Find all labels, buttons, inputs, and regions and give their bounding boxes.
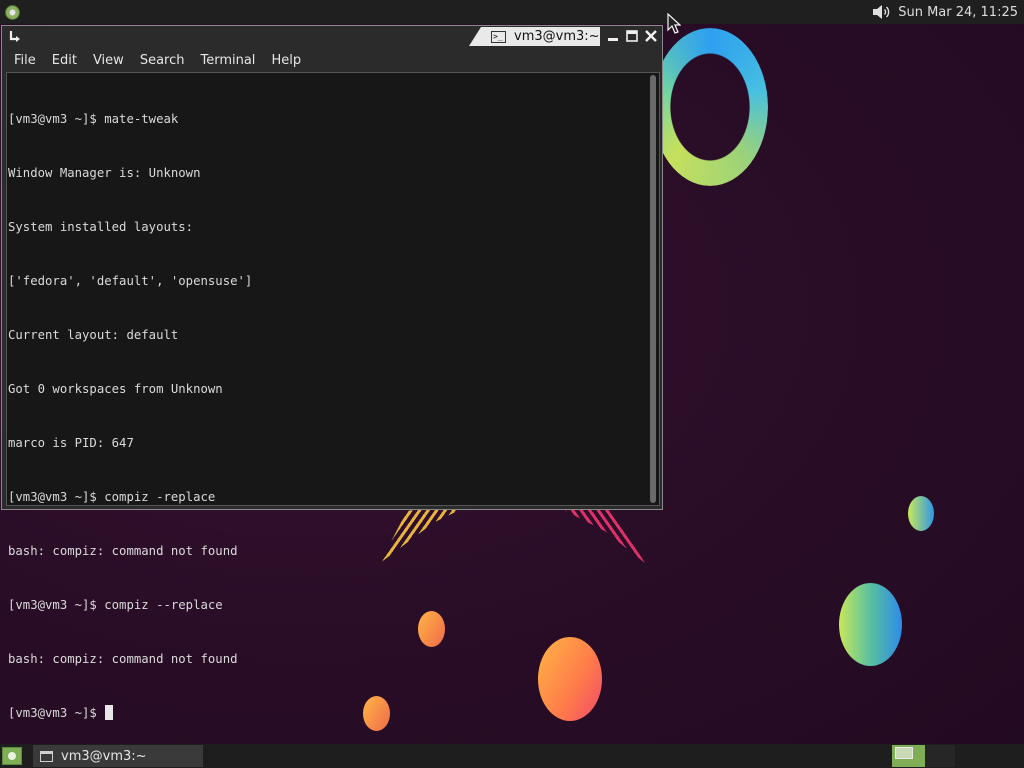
terminal-cursor (104, 705, 113, 720)
menu-view[interactable]: View (85, 50, 132, 72)
bottom-panel: vm3@vm3:~ (0, 744, 1024, 768)
terminal-prompt-line: [vm3@vm3 ~]$ (8, 704, 252, 722)
close-button[interactable] (643, 28, 659, 44)
menu-file[interactable]: File (6, 50, 44, 72)
mouse-pointer-icon (667, 13, 681, 34)
wallpaper-bubble (418, 611, 445, 647)
top-panel: Sun Mar 24, 11:25 (0, 0, 1024, 24)
window-titlebar[interactable]: >_ vm3@vm3:~ (2, 26, 662, 48)
terminal-line: marco is PID: 647 (8, 436, 134, 450)
window-icon (40, 750, 53, 762)
terminal-line: Current layout: default (8, 328, 179, 342)
window-menu-arrow-icon[interactable] (8, 30, 22, 44)
wallpaper-bubble (908, 496, 934, 531)
tray: Sun Mar 24, 11:25 (872, 0, 1018, 24)
wallpaper-stripes-gold (380, 505, 470, 563)
terminal-window: >_ vm3@vm3:~ File Edit View Search Termi… (1, 25, 663, 720)
terminal-line: ['fedora', 'default', 'opensuse'] (8, 274, 253, 288)
workspace-window-thumb (895, 747, 913, 759)
wallpaper-bubble (839, 583, 902, 666)
terminal-scrollbar[interactable] (649, 75, 657, 503)
terminal-line: [vm3@vm3 ~]$ compiz -replace (8, 490, 216, 504)
terminal-line: [vm3@vm3 ~]$ compiz --replace (8, 598, 223, 612)
clock[interactable]: Sun Mar 24, 11:25 (898, 5, 1018, 20)
wallpaper-bubble (538, 637, 602, 721)
wallpaper-bubble (363, 696, 390, 731)
terminal-line: Got 0 workspaces from Unknown (8, 382, 223, 396)
menubar: File Edit View Search Terminal Help (6, 50, 660, 72)
taskbar-button-terminal[interactable]: vm3@vm3:~ (33, 745, 203, 767)
show-desktop-icon[interactable] (2, 747, 22, 765)
minimize-icon (608, 38, 618, 41)
terminal-line: bash: compiz: command not found (8, 652, 238, 666)
close-icon (645, 30, 657, 42)
terminal-line: [vm3@vm3 ~]$ mate-tweak (8, 112, 179, 126)
show-desktop-dot (8, 752, 16, 760)
menu-edit[interactable]: Edit (44, 50, 85, 72)
wallpaper-stripes-pink (565, 505, 645, 563)
terminal-text: [vm3@vm3 ~]$ mate-tweak Window Manager i… (8, 74, 252, 758)
workspace-2[interactable] (925, 745, 955, 767)
taskbar-label: vm3@vm3:~ (61, 748, 147, 764)
terminal-output[interactable]: [vm3@vm3 ~]$ mate-tweak Window Manager i… (6, 72, 660, 720)
maximize-icon (626, 30, 638, 42)
menu-search[interactable]: Search (132, 50, 193, 72)
terminal-line: bash: compiz: command not found (8, 544, 238, 558)
wallpaper-ring (652, 28, 768, 186)
window-title: vm3@vm3:~ (514, 29, 600, 44)
terminal-line: Window Manager is: Unknown (8, 166, 201, 180)
window-title-tab[interactable]: >_ vm3@vm3:~ (469, 27, 600, 46)
menu-terminal[interactable]: Terminal (192, 50, 263, 72)
menu-help[interactable]: Help (263, 50, 309, 72)
scrollbar-thumb[interactable] (650, 75, 656, 503)
terminal-icon: >_ (491, 30, 506, 43)
volume-icon[interactable] (872, 4, 892, 20)
mate-menu-icon[interactable] (5, 4, 20, 20)
terminal-line: System installed layouts: (8, 220, 194, 234)
minimize-button[interactable] (605, 28, 621, 44)
maximize-button[interactable] (624, 28, 640, 44)
workspace-1[interactable] (892, 745, 925, 767)
terminal-prompt: [vm3@vm3 ~]$ (8, 706, 97, 720)
